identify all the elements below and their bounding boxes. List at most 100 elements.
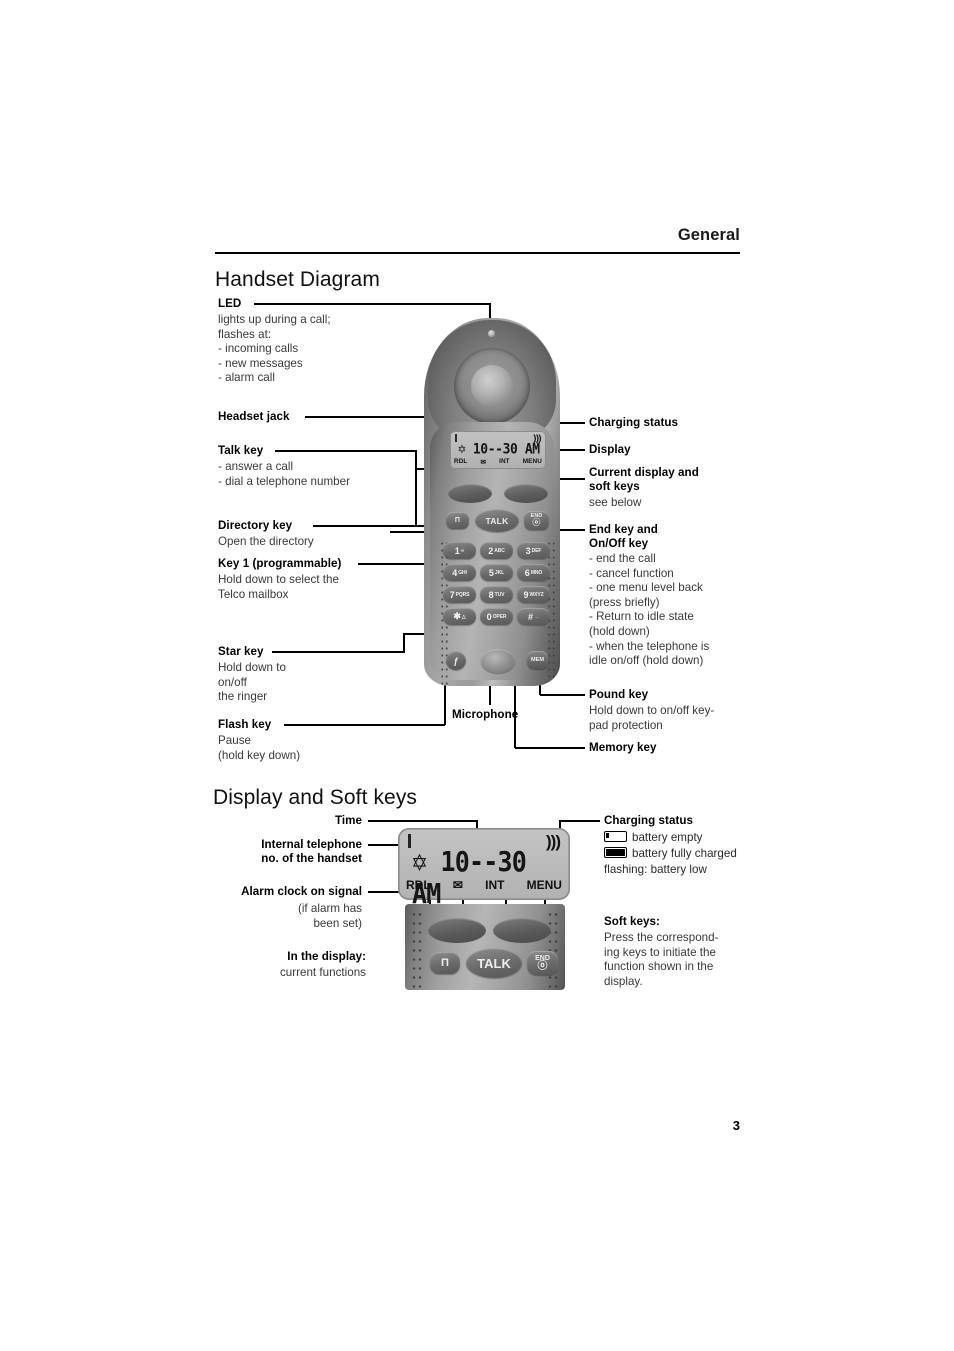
memory-key[interactable]: MEM: [527, 651, 548, 669]
key-3[interactable]: 3 DEF: [517, 542, 550, 559]
display-time-line: ✡ 10--30 AM: [458, 441, 546, 458]
function-key-row: Π TALK END ⓞ: [444, 509, 552, 536]
battery-empty-icon: [604, 831, 627, 842]
display-softkeys-illustration: ))) ✡ 10--30 AM RDL ✉ INT MENU Π TALK EN…: [398, 828, 570, 990]
label-end-key-title: End key and On/Off key: [589, 523, 658, 551]
softkey-button-left-large[interactable]: [428, 918, 486, 943]
page-header-section: General: [677, 226, 740, 244]
leader-time: [368, 820, 478, 822]
key-secondary-label: GHI: [458, 569, 467, 576]
talk-key-large[interactable]: TALK: [466, 948, 522, 978]
handset-front-face: ))) ✡ 10--30 AM RDL ✉ INT MENU Π TALK EN…: [430, 422, 556, 686]
directory-key[interactable]: Π: [446, 512, 469, 529]
key-secondary-label: →: [534, 613, 539, 620]
display-softkey-row: RDL ✉ INT MENU: [454, 458, 542, 466]
label-alarm-signal-title: Alarm clock on signal: [241, 885, 362, 898]
talk-key[interactable]: TALK: [475, 509, 519, 532]
key-secondary-label: DEF: [531, 547, 542, 554]
key-secondary-label: OPER: [492, 613, 507, 620]
battery-empty-label: battery empty: [632, 831, 703, 844]
display-softkey-row-large: RDL ✉ INT MENU: [406, 878, 562, 892]
end-key[interactable]: END ⓞ: [524, 511, 549, 530]
label-in-the-display-body: current functions: [279, 966, 366, 979]
label-directory-key-title: Directory key: [218, 519, 293, 532]
label-internal-no-title: Internal telephone no. of the handset: [261, 838, 362, 866]
section-title-handset-diagram: Handset Diagram: [215, 268, 380, 291]
end-key-large[interactable]: END ⓞ: [527, 951, 558, 975]
key-secondary-label: MNO: [530, 569, 543, 576]
label-star-key-title: Star key: [218, 645, 264, 658]
key-primary-label: 1: [454, 545, 460, 556]
label-end-key-body: - end the call - cancel function - one m…: [589, 552, 710, 668]
key-primary-label: 3: [525, 545, 531, 556]
label-talk-key-body: - answer a call - dial a telephone numbe…: [218, 460, 350, 488]
key-secondary-label: PQRS: [455, 591, 470, 598]
label-pound-key-body: Hold down to on/off key- pad protection: [589, 704, 715, 732]
softkey-menu: MENU: [522, 458, 542, 465]
key-4[interactable]: 4 GHI: [443, 564, 476, 581]
key-8[interactable]: 8 TUV: [480, 586, 513, 603]
key-1[interactable]: 1 ∞: [443, 542, 476, 559]
leader-star-key-v: [403, 633, 405, 652]
key-9[interactable]: 9 WXYZ: [517, 586, 550, 603]
key-primary-label: 0: [486, 611, 492, 622]
label-pound-key-title: Pound key: [589, 688, 649, 701]
flash-key[interactable]: ƒ: [446, 651, 466, 670]
softkey-int-large: INT: [485, 878, 505, 892]
label-soft-keys-body: Press the correspond- ing keys to initia…: [604, 931, 719, 988]
key-6[interactable]: 6 MNO: [517, 564, 550, 581]
label-key1-title: Key 1 (programmable): [218, 557, 342, 570]
power-icon: ⓞ: [532, 518, 541, 528]
softkey-rdl-large: RDL: [406, 878, 431, 892]
key-primary-label: 2: [488, 545, 494, 556]
softkey-button-left[interactable]: [448, 484, 492, 503]
page-number: 3: [732, 1118, 740, 1133]
zoomed-handset-body: Π TALK END ⓞ: [405, 904, 565, 990]
key-secondary-label: JKL: [494, 569, 505, 576]
leader-led: [254, 303, 491, 305]
label-time-title: Time: [334, 814, 362, 827]
numeric-keypad: 1 ∞ 2 ABC 3 DEF 4 GHI 5 JKL 6 MNO 7 PQRS 8 TUV 9 WXYZ ✱ △ 0 O…: [443, 542, 553, 646]
key-0[interactable]: 0 OPER: [480, 608, 513, 625]
key-secondary-label: ABC: [494, 547, 505, 554]
key-primary-label: 9: [523, 589, 529, 600]
key-✱[interactable]: ✱ △: [443, 608, 476, 625]
label-headset-jack-title: Headset jack: [218, 410, 290, 423]
softkey-message-icon: ✉: [480, 459, 486, 466]
softkey-menu-large: MENU: [526, 878, 562, 892]
earpiece-dome: [471, 365, 513, 407]
display-time: 10--30 AM: [472, 441, 540, 458]
label-charging-status-title: Charging status: [589, 416, 678, 429]
microphone: [481, 649, 515, 673]
texture-dots-right-large: [547, 910, 559, 988]
label-key1-body: Hold down to select the Telco mailbox: [218, 573, 339, 601]
softkey-button-row: [448, 484, 548, 504]
label-led-body: lights up during a call; flashes at: - i…: [218, 313, 331, 385]
leader-talk-key: [275, 450, 417, 452]
handset-illustration: ))) ✡ 10--30 AM RDL ✉ INT MENU Π TALK EN…: [424, 318, 560, 686]
label-alarm-signal-body: (if alarm has been set): [297, 902, 362, 930]
key-secondary-label: △: [461, 613, 466, 620]
label-memory-key-title: Memory key: [589, 741, 657, 754]
label-flash-key-title: Flash key: [218, 718, 272, 731]
label-current-display-body: see below: [589, 496, 642, 509]
section-title-display-soft-keys: Display and Soft keys: [213, 786, 418, 809]
key-2[interactable]: 2 ABC: [480, 542, 513, 559]
label-in-the-display-title: In the display:: [287, 950, 366, 963]
key-#[interactable]: # →: [517, 608, 550, 625]
softkey-button-right-large[interactable]: [493, 918, 551, 943]
leader-charging-status2: [560, 820, 600, 822]
key-7[interactable]: 7 PQRS: [443, 586, 476, 603]
battery-full-row: battery fully charged: [604, 847, 737, 862]
leader-memory-key: [515, 747, 585, 749]
key-secondary-label: TUV: [494, 591, 505, 598]
directory-key-large[interactable]: Π: [430, 952, 460, 974]
alarm-clock-icon: ✡: [458, 441, 466, 458]
key-secondary-label: ∞: [460, 547, 465, 554]
softkey-button-right[interactable]: [504, 484, 548, 503]
label-current-display-title: Current display and soft keys: [589, 466, 699, 494]
key-primary-label: 7: [449, 589, 455, 600]
key-5[interactable]: 5 JKL: [480, 564, 513, 581]
handset-display: ))) ✡ 10--30 AM RDL ✉ INT MENU: [450, 431, 546, 469]
label-flash-key-body: Pause (hold key down): [218, 734, 301, 762]
